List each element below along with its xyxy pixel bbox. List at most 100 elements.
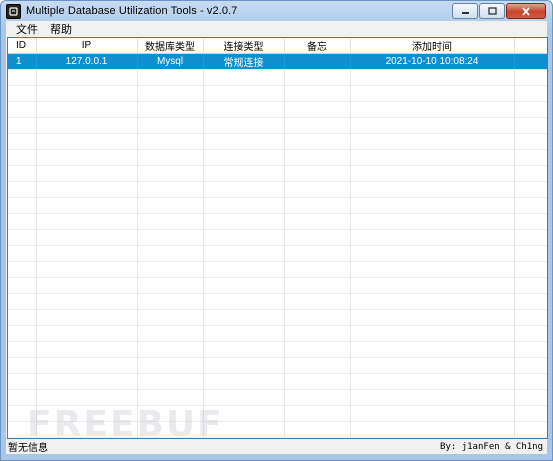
empty-cell[interactable]: [514, 229, 547, 246]
empty-table-row[interactable]: [8, 261, 547, 278]
empty-cell[interactable]: [203, 261, 285, 278]
empty-cell[interactable]: [350, 309, 515, 326]
empty-cell[interactable]: [514, 181, 547, 198]
empty-cell[interactable]: [350, 277, 515, 294]
empty-cell[interactable]: [8, 197, 37, 214]
empty-cell[interactable]: [284, 117, 351, 134]
empty-cell[interactable]: [36, 373, 138, 390]
column-header-memo[interactable]: 备忘: [284, 38, 351, 54]
empty-cell[interactable]: [203, 405, 285, 422]
empty-cell[interactable]: [137, 197, 204, 214]
empty-cell[interactable]: [284, 85, 351, 102]
empty-cell[interactable]: [203, 309, 285, 326]
empty-cell[interactable]: [203, 181, 285, 198]
empty-cell[interactable]: [350, 421, 515, 438]
empty-cell[interactable]: [284, 357, 351, 374]
empty-cell[interactable]: [36, 165, 138, 182]
cell-id[interactable]: 1: [8, 53, 37, 70]
empty-cell[interactable]: [8, 373, 37, 390]
empty-cell[interactable]: [8, 421, 37, 438]
empty-table-row[interactable]: [8, 181, 547, 198]
column-header-ip[interactable]: IP: [36, 38, 138, 54]
empty-cell[interactable]: [350, 197, 515, 214]
empty-cell[interactable]: [203, 277, 285, 294]
empty-table-row[interactable]: [8, 197, 547, 214]
empty-cell[interactable]: [203, 101, 285, 118]
cell-db-type[interactable]: Mysql: [137, 53, 204, 70]
empty-cell[interactable]: [284, 197, 351, 214]
empty-cell[interactable]: [137, 325, 204, 342]
empty-cell[interactable]: [137, 277, 204, 294]
empty-cell[interactable]: [350, 69, 515, 86]
empty-cell[interactable]: [350, 325, 515, 342]
empty-table-row[interactable]: [8, 213, 547, 230]
empty-cell[interactable]: [36, 85, 138, 102]
empty-cell[interactable]: [137, 341, 204, 358]
empty-cell[interactable]: [284, 149, 351, 166]
empty-cell[interactable]: [36, 277, 138, 294]
empty-table-row[interactable]: [8, 101, 547, 118]
empty-cell[interactable]: [137, 101, 204, 118]
empty-cell[interactable]: [203, 293, 285, 310]
empty-cell[interactable]: [514, 133, 547, 150]
empty-cell[interactable]: [203, 229, 285, 246]
empty-cell[interactable]: [203, 197, 285, 214]
empty-cell[interactable]: [8, 133, 37, 150]
empty-cell[interactable]: [36, 213, 138, 230]
empty-cell[interactable]: [514, 373, 547, 390]
menu-file[interactable]: 文件: [6, 21, 44, 37]
empty-cell[interactable]: [284, 133, 351, 150]
empty-table-row[interactable]: [8, 389, 547, 406]
empty-cell[interactable]: [350, 373, 515, 390]
empty-cell[interactable]: [36, 181, 138, 198]
empty-table-row[interactable]: [8, 85, 547, 102]
empty-cell[interactable]: [284, 165, 351, 182]
empty-cell[interactable]: [8, 165, 37, 182]
empty-cell[interactable]: [514, 149, 547, 166]
empty-cell[interactable]: [36, 101, 138, 118]
empty-cell[interactable]: [36, 341, 138, 358]
empty-cell[interactable]: [8, 69, 37, 86]
empty-cell[interactable]: [350, 293, 515, 310]
empty-table-row[interactable]: [8, 373, 547, 390]
empty-cell[interactable]: [36, 149, 138, 166]
empty-cell[interactable]: [284, 261, 351, 278]
empty-cell[interactable]: [36, 117, 138, 134]
empty-cell[interactable]: [350, 357, 515, 374]
empty-cell[interactable]: [137, 261, 204, 278]
empty-cell[interactable]: [137, 373, 204, 390]
empty-cell[interactable]: [350, 165, 515, 182]
empty-cell[interactable]: [8, 325, 37, 342]
empty-cell[interactable]: [284, 229, 351, 246]
empty-cell[interactable]: [284, 245, 351, 262]
empty-cell[interactable]: [137, 421, 204, 438]
empty-cell[interactable]: [514, 325, 547, 342]
table-row[interactable]: 1 127.0.0.1 Mysql 常规连接 2021-10-10 10:08:…: [8, 53, 547, 70]
empty-cell[interactable]: [36, 293, 138, 310]
empty-cell[interactable]: [350, 213, 515, 230]
empty-cell[interactable]: [514, 389, 547, 406]
empty-cell[interactable]: [350, 261, 515, 278]
empty-cell[interactable]: [514, 309, 547, 326]
empty-cell[interactable]: [137, 165, 204, 182]
empty-cell[interactable]: [137, 309, 204, 326]
empty-cell[interactable]: [137, 389, 204, 406]
empty-cell[interactable]: [284, 181, 351, 198]
empty-cell[interactable]: [514, 421, 547, 438]
maximize-button[interactable]: [479, 3, 505, 19]
empty-cell[interactable]: [203, 213, 285, 230]
empty-cell[interactable]: [137, 293, 204, 310]
empty-cell[interactable]: [8, 309, 37, 326]
empty-cell[interactable]: [137, 181, 204, 198]
empty-table-row[interactable]: [8, 325, 547, 342]
empty-cell[interactable]: [350, 133, 515, 150]
empty-cell[interactable]: [203, 357, 285, 374]
empty-cell[interactable]: [137, 213, 204, 230]
empty-cell[interactable]: [514, 277, 547, 294]
cell-memo[interactable]: [284, 53, 351, 70]
empty-cell[interactable]: [36, 421, 138, 438]
empty-cell[interactable]: [514, 117, 547, 134]
empty-cell[interactable]: [36, 389, 138, 406]
empty-cell[interactable]: [514, 405, 547, 422]
empty-table-row[interactable]: [8, 69, 547, 86]
